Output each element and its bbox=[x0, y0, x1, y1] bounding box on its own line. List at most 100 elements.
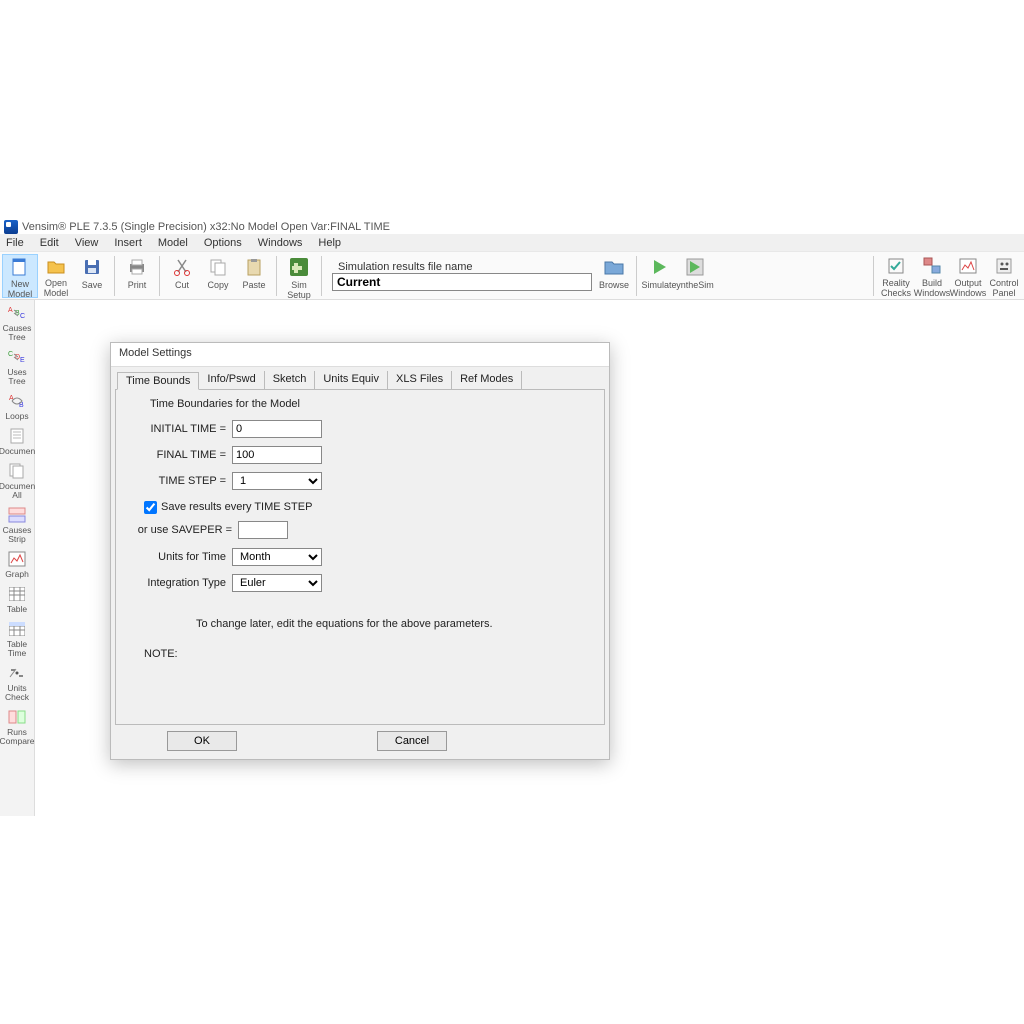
simulate-button[interactable]: Simulate bbox=[641, 254, 677, 298]
menu-view[interactable]: View bbox=[75, 237, 99, 249]
browse-button[interactable]: Browse bbox=[596, 254, 632, 298]
table-time-button[interactable]: Table Time bbox=[1, 618, 34, 659]
synthesim-button[interactable]: yntheSim bbox=[677, 254, 713, 298]
tab-ref-modes[interactable]: Ref Modes bbox=[452, 371, 522, 389]
cut-icon bbox=[171, 256, 193, 278]
ok-button[interactable]: OK bbox=[167, 731, 237, 751]
document-button[interactable]: Documen bbox=[1, 425, 34, 457]
uses-tree-button[interactable]: CDEUses Tree bbox=[1, 346, 34, 387]
save-button[interactable]: Save bbox=[74, 254, 110, 298]
tab-xls-files[interactable]: XLS Files bbox=[388, 371, 452, 389]
cancel-button[interactable]: Cancel bbox=[377, 731, 447, 751]
units-check-button[interactable]: Units Check bbox=[1, 662, 34, 703]
save-label: Save bbox=[82, 280, 103, 290]
runs-compare-button[interactable]: Runs Compare bbox=[1, 706, 34, 747]
causes-tree-button[interactable]: ABCCauses Tree bbox=[1, 302, 34, 343]
units-check-label: Units Check bbox=[1, 684, 34, 702]
units-time-select[interactable]: Month bbox=[232, 548, 322, 566]
runs-compare-label: Runs Compare bbox=[0, 728, 34, 746]
tab-units-equiv[interactable]: Units Equiv bbox=[315, 371, 388, 389]
open-model-label: Open Model bbox=[38, 278, 74, 298]
simulate-label: Simulate bbox=[641, 280, 676, 290]
units-time-label: Units for Time bbox=[126, 551, 226, 563]
toolbar-separator bbox=[276, 256, 277, 296]
time-step-select[interactable]: 1 bbox=[232, 472, 322, 490]
browse-label: Browse bbox=[599, 280, 629, 290]
loops-icon: AB bbox=[7, 391, 27, 411]
document-icon bbox=[7, 426, 27, 446]
menu-edit[interactable]: Edit bbox=[40, 237, 59, 249]
final-time-input[interactable] bbox=[232, 446, 322, 464]
paste-label: Paste bbox=[242, 280, 265, 290]
graph-label: Graph bbox=[5, 570, 29, 579]
copy-button[interactable]: Copy bbox=[200, 254, 236, 298]
print-button[interactable]: Print bbox=[119, 254, 155, 298]
svg-text:C: C bbox=[20, 313, 25, 320]
units-check-icon bbox=[7, 663, 27, 683]
section-label: Time Boundaries for the Model bbox=[150, 398, 594, 410]
toolbar-separator bbox=[873, 256, 874, 296]
filename-label: Simulation results file name bbox=[338, 261, 592, 273]
new-model-button[interactable]: New Model bbox=[2, 254, 38, 298]
browse-icon bbox=[603, 256, 625, 278]
loops-label: Loops bbox=[5, 412, 28, 421]
save-every-checkbox[interactable] bbox=[144, 501, 157, 514]
toolbar-separator bbox=[159, 256, 160, 296]
build-windows-button[interactable]: Build Windows bbox=[914, 254, 950, 298]
menu-windows[interactable]: Windows bbox=[258, 237, 303, 249]
tab-info-pswd[interactable]: Info/Pswd bbox=[199, 371, 264, 389]
main-toolbar: New Model Open Model Save Print Cut Copy… bbox=[0, 252, 1024, 300]
menu-model[interactable]: Model bbox=[158, 237, 188, 249]
build-windows-label: Build Windows bbox=[914, 278, 951, 298]
sim-setup-button[interactable]: Sim Setup bbox=[281, 254, 317, 298]
control-panel-button[interactable]: Control Panel bbox=[986, 254, 1022, 298]
uses-tree-icon: CDE bbox=[7, 347, 27, 367]
tab-time-bounds[interactable]: Time Bounds bbox=[117, 372, 199, 390]
model-settings-dialog: Model Settings Time Bounds Info/Pswd Ske… bbox=[110, 342, 610, 760]
document-all-button[interactable]: Documen All bbox=[1, 460, 34, 501]
output-windows-button[interactable]: Output Windows bbox=[950, 254, 986, 298]
causes-tree-icon: ABC bbox=[7, 303, 27, 323]
toolbar-separator bbox=[636, 256, 637, 296]
open-model-icon bbox=[45, 256, 67, 276]
control-panel-label: Control Panel bbox=[986, 278, 1022, 298]
table-button[interactable]: Table bbox=[1, 583, 34, 615]
output-windows-label: Output Windows bbox=[950, 278, 987, 298]
reality-checks-button[interactable]: Reality Checks bbox=[878, 254, 914, 298]
integration-type-select[interactable]: Euler bbox=[232, 574, 322, 592]
menu-file[interactable]: File bbox=[6, 237, 24, 249]
save-icon bbox=[81, 256, 103, 278]
graph-icon bbox=[7, 549, 27, 569]
causes-strip-icon bbox=[7, 505, 27, 525]
saveper-input[interactable] bbox=[238, 521, 288, 539]
dialog-title: Model Settings bbox=[111, 343, 609, 367]
open-model-button[interactable]: Open Model bbox=[38, 254, 74, 298]
reality-checks-icon bbox=[885, 256, 907, 276]
causes-strip-button[interactable]: Causes Strip bbox=[1, 504, 34, 545]
analysis-sidebar: ABCCauses Tree CDEUses Tree ABLoops Docu… bbox=[0, 300, 35, 816]
initial-time-input[interactable] bbox=[232, 420, 322, 438]
menu-help[interactable]: Help bbox=[318, 237, 341, 249]
output-windows-icon bbox=[957, 256, 979, 276]
toolbar-separator bbox=[321, 256, 322, 296]
copy-icon bbox=[207, 256, 229, 278]
causes-strip-label: Causes Strip bbox=[1, 526, 34, 544]
cut-button[interactable]: Cut bbox=[164, 254, 200, 298]
synthesim-icon bbox=[684, 256, 706, 278]
menu-insert[interactable]: Insert bbox=[114, 237, 142, 249]
filename-input[interactable] bbox=[332, 273, 592, 291]
print-label: Print bbox=[128, 280, 147, 290]
simulate-icon bbox=[648, 256, 670, 278]
sim-setup-label: Sim Setup bbox=[281, 280, 317, 300]
initial-time-label: INITIAL TIME = bbox=[126, 423, 226, 435]
new-model-label: New Model bbox=[3, 279, 37, 299]
tab-sketch[interactable]: Sketch bbox=[265, 371, 316, 389]
toolbar-separator bbox=[114, 256, 115, 296]
paste-button[interactable]: Paste bbox=[236, 254, 272, 298]
loops-button[interactable]: ABLoops bbox=[1, 390, 34, 422]
menu-options[interactable]: Options bbox=[204, 237, 242, 249]
document-label: Documen bbox=[0, 447, 35, 456]
graph-button[interactable]: Graph bbox=[1, 548, 34, 580]
app-icon bbox=[4, 220, 18, 234]
svg-text:A: A bbox=[9, 395, 14, 402]
